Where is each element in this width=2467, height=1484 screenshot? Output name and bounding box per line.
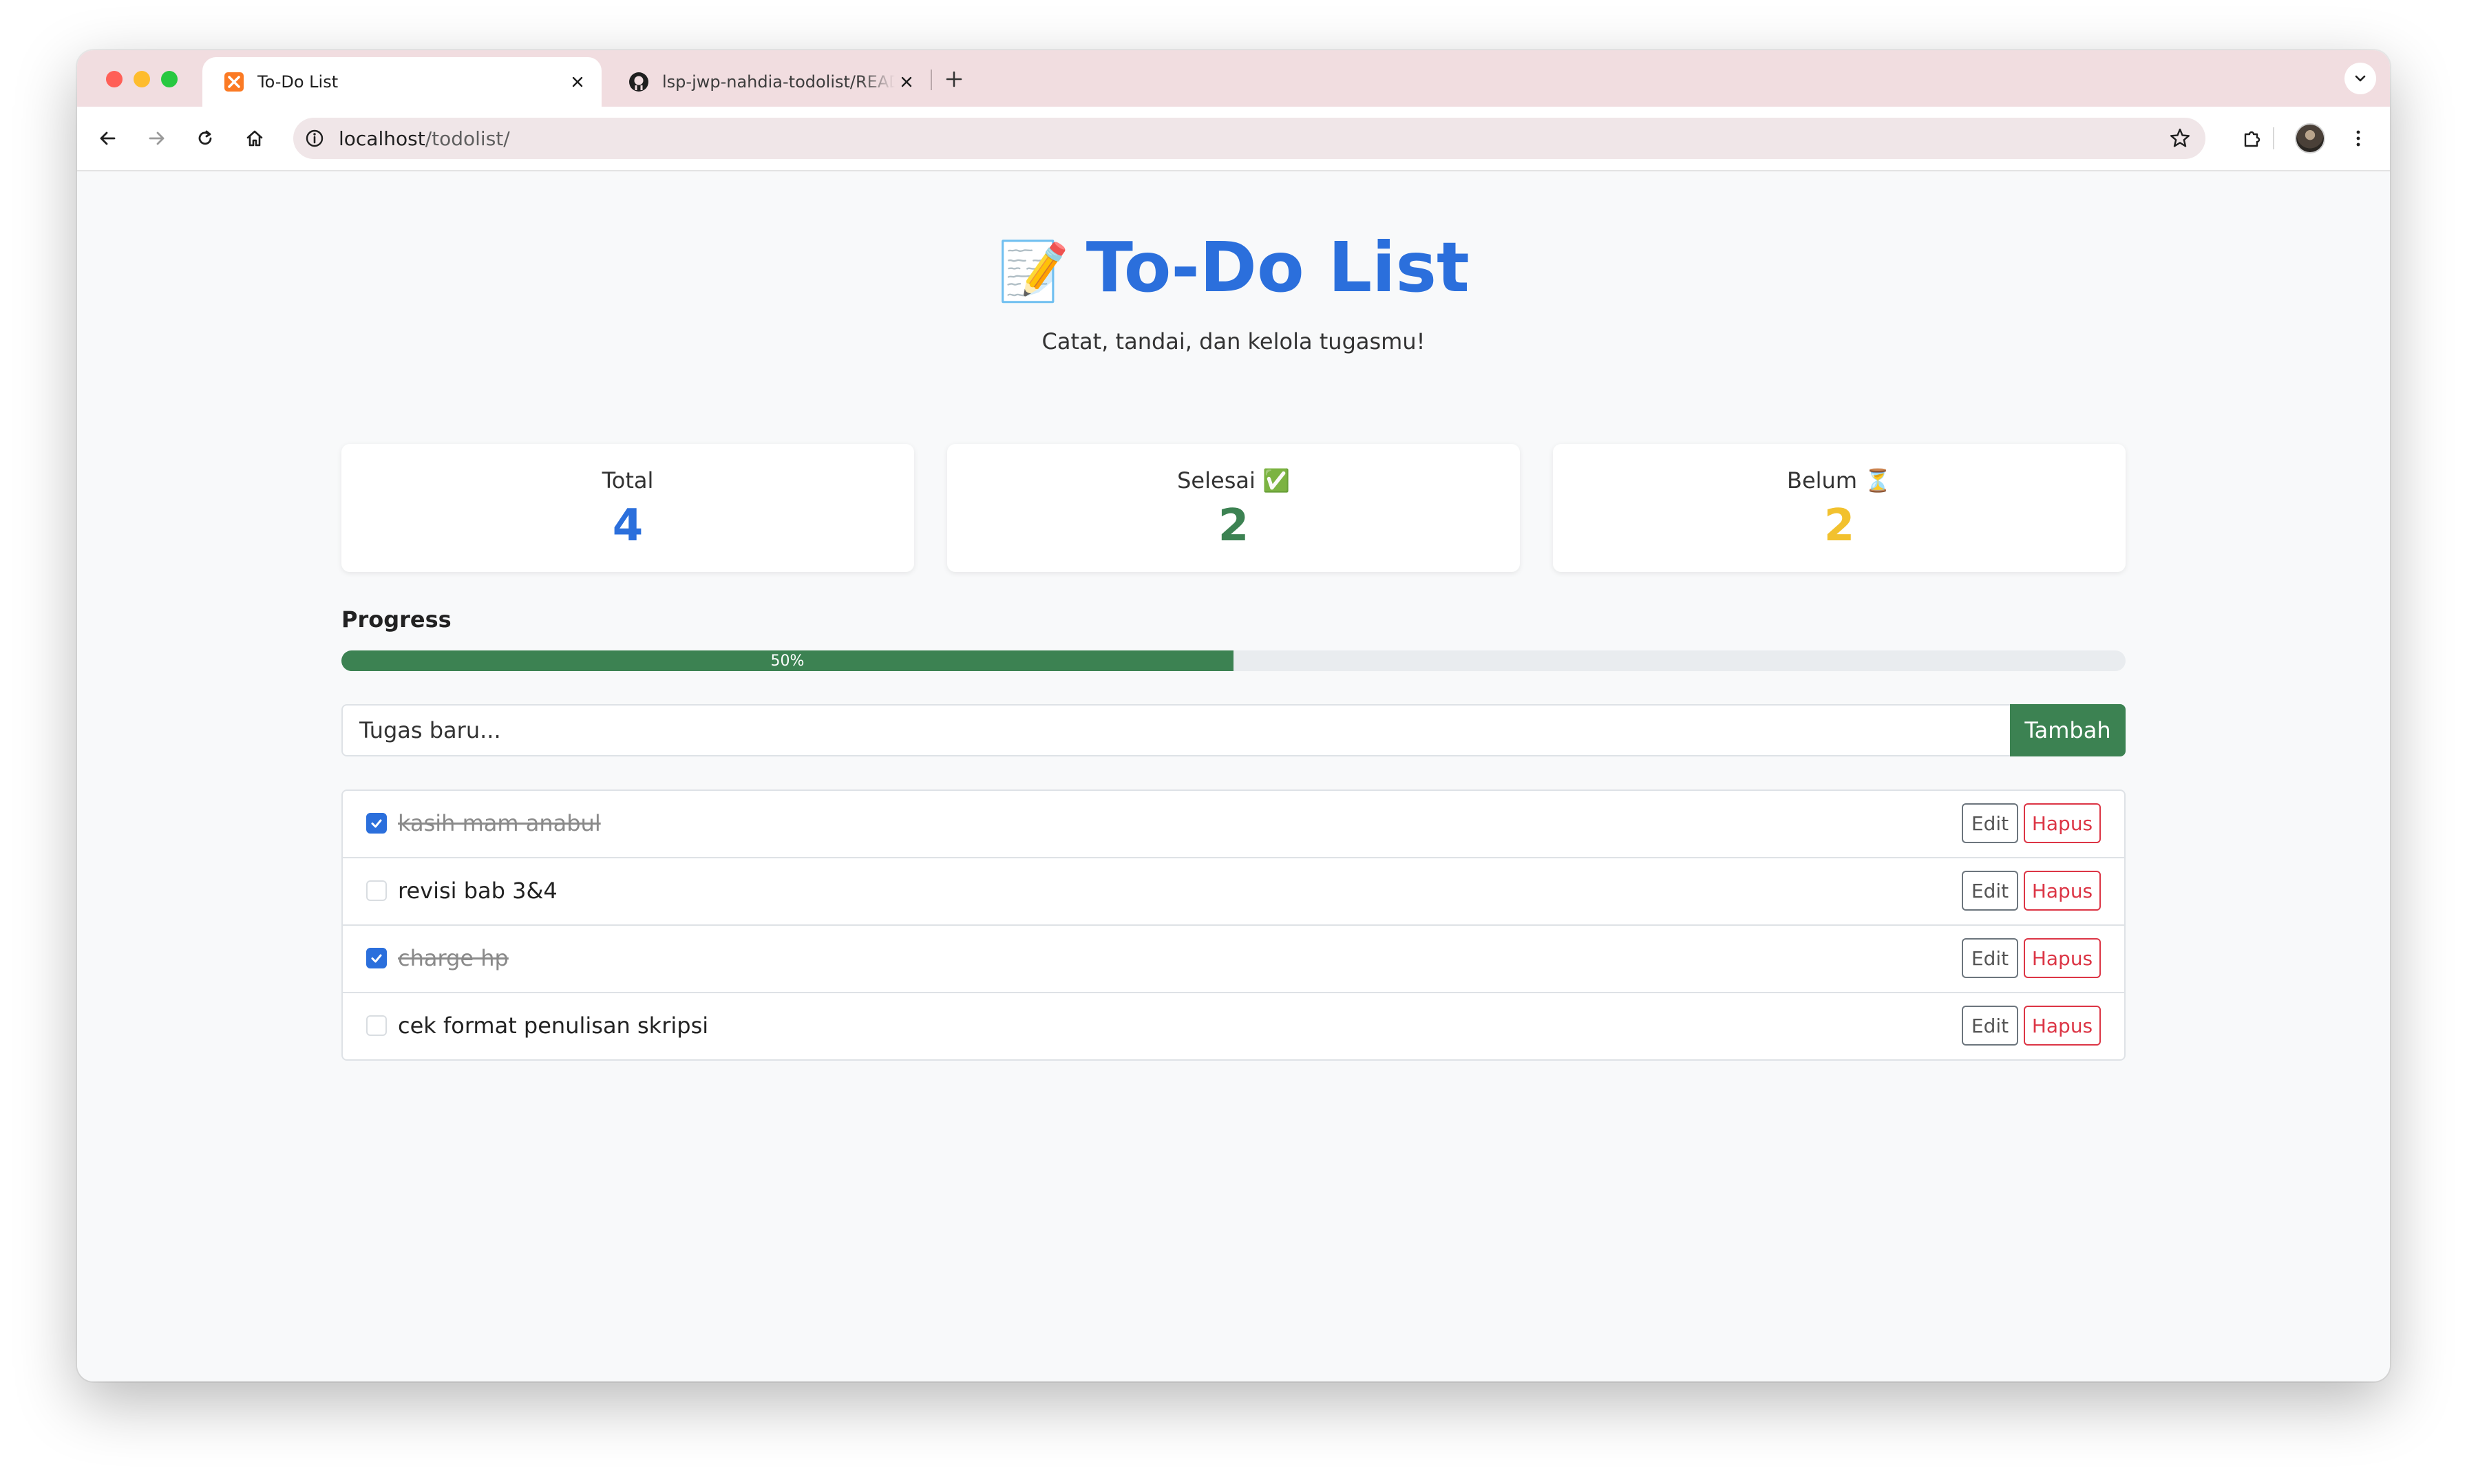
profile-button[interactable]: [2292, 120, 2328, 156]
browser-menu-button[interactable]: [2340, 120, 2376, 156]
stat-value: 4: [612, 500, 644, 551]
new-task-input[interactable]: [341, 704, 2010, 756]
tab-divider: [931, 70, 932, 90]
stat-label: Belum ⏳: [1787, 467, 1892, 494]
tab-title: lsp-jwp-nahdia-todolist/README.md: [662, 72, 895, 92]
avatar: [2295, 123, 2325, 153]
plus-icon: [946, 71, 962, 87]
page-title-text: To-Do List: [1086, 227, 1470, 308]
stat-card-pending: Belum ⏳ 2: [1553, 444, 2126, 572]
delete-task-button[interactable]: Hapus: [2024, 938, 2101, 978]
url-host: localhost: [339, 127, 425, 150]
task-checkbox[interactable]: [366, 813, 387, 834]
close-tab-icon[interactable]: [895, 70, 918, 94]
add-task-button[interactable]: Tambah: [2010, 704, 2126, 756]
stat-card-done: Selesai ✅ 2: [947, 444, 1520, 572]
edit-task-button[interactable]: Edit: [1962, 803, 2018, 843]
stat-label: Selesai ✅: [1177, 467, 1290, 494]
page-content: 📝 To-Do List Catat, tandai, dan kelola tu…: [77, 171, 2390, 1381]
tab-title: To-Do List: [257, 72, 339, 92]
toolbar-divider: [2273, 127, 2274, 149]
minimize-window-button[interactable]: [134, 71, 150, 87]
arrow-left-icon: [100, 131, 116, 145]
reload-button[interactable]: [187, 120, 223, 156]
reload-icon: [198, 130, 212, 145]
site-info-icon[interactable]: [304, 128, 325, 149]
new-tab-button[interactable]: [940, 65, 968, 93]
delete-task-button[interactable]: Hapus: [2024, 803, 2101, 843]
checkmark-icon: [371, 819, 382, 828]
edit-task-button[interactable]: Edit: [1962, 1006, 2018, 1046]
tab-todo-list[interactable]: To-Do List: [202, 57, 602, 107]
close-window-button[interactable]: [106, 71, 123, 87]
arrow-right-icon: [149, 131, 165, 145]
maximize-window-button[interactable]: [161, 71, 178, 87]
stat-value: 2: [1823, 500, 1855, 551]
close-tab-icon[interactable]: [566, 70, 589, 94]
puzzle-icon: [2244, 131, 2260, 147]
progress-fill: 50%: [341, 650, 1234, 671]
task-item: cek format penulisan skripsi Edit Hapus: [343, 993, 2124, 1059]
page-title: 📝 To-Do List: [341, 226, 2126, 309]
address-bar[interactable]: localhost/todolist/: [293, 118, 2205, 159]
add-task-form: Tambah: [341, 704, 2126, 756]
delete-task-button[interactable]: Hapus: [2024, 1006, 2101, 1046]
task-checkbox[interactable]: [366, 948, 387, 968]
browser-window: To-Do List lsp-jwp-nahdia-todolist/READM…: [77, 50, 2390, 1381]
forward-button[interactable]: [139, 120, 175, 156]
progress-percent: 50%: [770, 652, 805, 670]
stat-value: 2: [1218, 500, 1249, 551]
task-checkbox[interactable]: [366, 880, 387, 901]
progress-bar: 50%: [341, 650, 2126, 671]
tab-strip: To-Do List lsp-jwp-nahdia-todolist/READM…: [77, 50, 2390, 107]
back-button[interactable]: [89, 120, 125, 156]
extensions-button[interactable]: [2234, 120, 2270, 156]
task-list: kasih mam anabul Edit Hapus revisi bab 3…: [341, 789, 2126, 1061]
task-text: kasih mam anabul: [398, 810, 601, 836]
task-item: charge hp Edit Hapus: [343, 926, 2124, 993]
xampp-icon: [223, 71, 245, 93]
memo-icon: 📝: [997, 237, 1070, 305]
chevron-down-icon: [2355, 75, 2366, 82]
url-path: /todolist/: [425, 127, 510, 150]
edit-task-button[interactable]: Edit: [1962, 938, 2018, 978]
home-button[interactable]: [237, 120, 273, 156]
task-item: revisi bab 3&4 Edit Hapus: [343, 858, 2124, 926]
tab-search-button[interactable]: [2344, 63, 2376, 94]
home-icon: [246, 130, 263, 147]
task-text: charge hp: [398, 945, 509, 971]
stats-cards: Total 4 Selesai ✅ 2 Belum ⏳ 2: [341, 444, 2126, 572]
edit-task-button[interactable]: Edit: [1962, 871, 2018, 911]
checkmark-icon: [371, 954, 382, 963]
more-vertical-icon: [2356, 130, 2360, 147]
task-item: kasih mam anabul Edit Hapus: [343, 791, 2124, 858]
progress-label: Progress: [341, 606, 452, 633]
page-subtitle: Catat, tandai, dan kelola tugasmu!: [1041, 328, 1426, 354]
delete-task-button[interactable]: Hapus: [2024, 871, 2101, 911]
task-checkbox[interactable]: [366, 1015, 387, 1036]
tab-github-readme[interactable]: lsp-jwp-nahdia-todolist/README.md: [607, 57, 931, 107]
task-text: cek format penulisan skripsi: [398, 1013, 709, 1039]
stat-card-total: Total 4: [341, 444, 914, 572]
github-icon: [628, 71, 650, 93]
browser-toolbar: localhost/todolist/: [77, 107, 2390, 171]
url-text: localhost/todolist/: [339, 127, 510, 150]
bookmark-star-icon[interactable]: [2168, 127, 2192, 150]
task-text: revisi bab 3&4: [398, 878, 558, 904]
stat-label: Total: [602, 467, 654, 494]
